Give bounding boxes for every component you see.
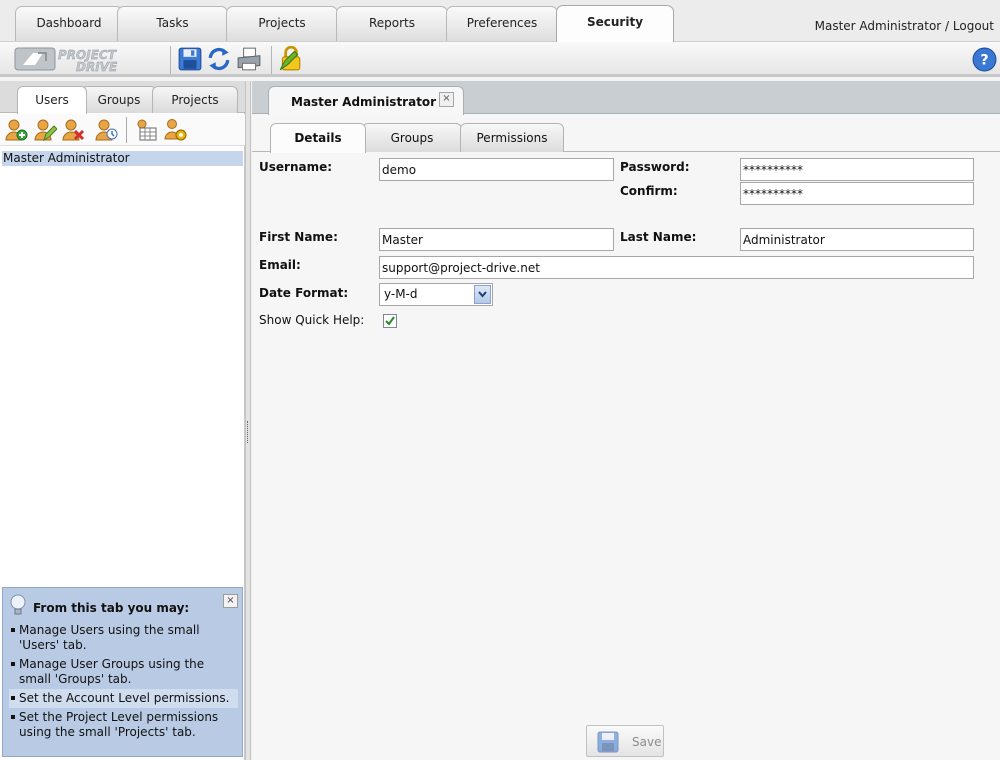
date-format-select[interactable]: y-M-d bbox=[379, 283, 493, 306]
lightbulb-icon bbox=[10, 594, 26, 615]
refresh-icon[interactable] bbox=[206, 46, 232, 72]
save-button-label: Save bbox=[632, 735, 662, 749]
tab-details[interactable]: Details bbox=[270, 123, 366, 153]
edit-lock-icon[interactable] bbox=[277, 46, 303, 72]
user-grid-icon[interactable] bbox=[134, 118, 158, 142]
save-icon[interactable] bbox=[177, 46, 203, 72]
first-name-label: First Name: bbox=[259, 230, 338, 244]
project-drive-logo: PROJECT DRIVE bbox=[14, 47, 118, 73]
tab-security[interactable]: Security bbox=[556, 5, 674, 42]
user-list: Master Administrator bbox=[2, 151, 243, 166]
main-navigation: Dashboard Tasks Projects Reports Prefere… bbox=[0, 0, 1000, 42]
confirm-password-field[interactable] bbox=[740, 182, 974, 205]
user-logout-separator: / bbox=[941, 19, 953, 33]
panel-splitter[interactable] bbox=[245, 81, 251, 760]
document-tab-title: Master Administrator bbox=[291, 95, 437, 109]
save-icon bbox=[597, 731, 619, 753]
show-quick-help-label: Show Quick Help: bbox=[259, 313, 365, 327]
quick-help-item: Set the Project Level permissions using … bbox=[9, 708, 238, 742]
left-tab-bar: Users Groups Projects bbox=[0, 81, 245, 114]
show-quick-help-checkbox[interactable] bbox=[383, 314, 397, 328]
detail-panel: Master Administrator × Details Groups Pe… bbox=[252, 81, 1000, 760]
print-icon[interactable] bbox=[236, 46, 262, 72]
last-name-label: Last Name: bbox=[620, 230, 697, 244]
tab-reports[interactable]: Reports bbox=[336, 6, 448, 41]
user-history-icon[interactable] bbox=[94, 118, 118, 142]
checkmark-icon bbox=[385, 316, 395, 326]
document-tab-master-administrator[interactable]: Master Administrator × bbox=[268, 86, 464, 115]
detail-tab-bar: Details Groups Permissions bbox=[252, 120, 1000, 153]
last-name-field[interactable] bbox=[740, 228, 974, 251]
logout-link[interactable]: Logout bbox=[953, 19, 994, 33]
save-button[interactable]: Save bbox=[586, 725, 664, 757]
date-format-label: Date Format: bbox=[259, 286, 349, 300]
confirm-label: Confirm: bbox=[620, 184, 678, 198]
quick-help-panel: From this tab you may: × Manage Users us… bbox=[2, 587, 243, 757]
bullet-icon bbox=[11, 696, 15, 700]
add-user-icon[interactable] bbox=[4, 118, 28, 142]
quick-help-list: Manage Users using the small 'Users' tab… bbox=[9, 621, 238, 742]
svg-text:?: ? bbox=[980, 52, 988, 69]
tab-projects[interactable]: Projects bbox=[226, 6, 338, 41]
help-icon[interactable]: ? bbox=[972, 47, 997, 72]
username-label: Username: bbox=[259, 160, 333, 174]
toolbar-separator bbox=[271, 46, 272, 74]
bullet-icon bbox=[11, 662, 15, 666]
user-settings-icon[interactable] bbox=[163, 118, 187, 142]
email-label: Email: bbox=[259, 258, 301, 272]
user-logout-area: Master Administrator / Logout bbox=[815, 19, 994, 33]
password-field[interactable] bbox=[740, 158, 974, 181]
first-name-field[interactable] bbox=[379, 228, 614, 251]
quick-help-item: Set the Account Level permissions. bbox=[9, 689, 238, 708]
document-tab-bar: Master Administrator × bbox=[252, 81, 1000, 115]
bullet-icon bbox=[11, 628, 15, 632]
tab-groups[interactable]: Groups bbox=[81, 86, 157, 113]
actions-separator bbox=[126, 117, 127, 143]
bullet-icon bbox=[11, 715, 15, 719]
email-field[interactable] bbox=[379, 256, 974, 279]
tab-projects-small[interactable]: Projects bbox=[152, 86, 238, 113]
user-actions-toolbar bbox=[0, 114, 245, 146]
splitter-grip-icon bbox=[247, 421, 249, 443]
tab-tasks[interactable]: Tasks bbox=[117, 6, 228, 41]
chevron-down-icon[interactable] bbox=[474, 285, 491, 304]
tab-dashboard[interactable]: Dashboard bbox=[15, 6, 123, 41]
date-format-value: y-M-d bbox=[384, 287, 418, 301]
quick-help-close-button[interactable]: × bbox=[223, 594, 238, 608]
tab-preferences[interactable]: Preferences bbox=[446, 6, 558, 41]
quick-help-item: Manage Users using the small 'Users' tab… bbox=[9, 621, 238, 655]
username-field[interactable] bbox=[379, 158, 614, 181]
delete-user-icon[interactable] bbox=[61, 118, 85, 142]
current-user-name: Master Administrator bbox=[814, 19, 942, 33]
quick-help-item: Manage User Groups using the small 'Grou… bbox=[9, 655, 238, 689]
tab-users[interactable]: Users bbox=[17, 86, 87, 114]
document-tab-close-icon[interactable]: × bbox=[439, 92, 454, 107]
toolbar: PROJECT DRIVE ? bbox=[0, 41, 1000, 77]
quick-help-title: From this tab you may: bbox=[33, 601, 190, 615]
password-label: Password: bbox=[620, 160, 690, 174]
list-item-master-administrator[interactable]: Master Administrator bbox=[2, 151, 243, 166]
tab-groups-detail[interactable]: Groups bbox=[362, 123, 462, 152]
edit-user-icon[interactable] bbox=[33, 118, 57, 142]
tab-permissions[interactable]: Permissions bbox=[460, 123, 564, 152]
toolbar-separator bbox=[170, 46, 171, 74]
logo-text-line2: DRIVE bbox=[76, 60, 118, 73]
